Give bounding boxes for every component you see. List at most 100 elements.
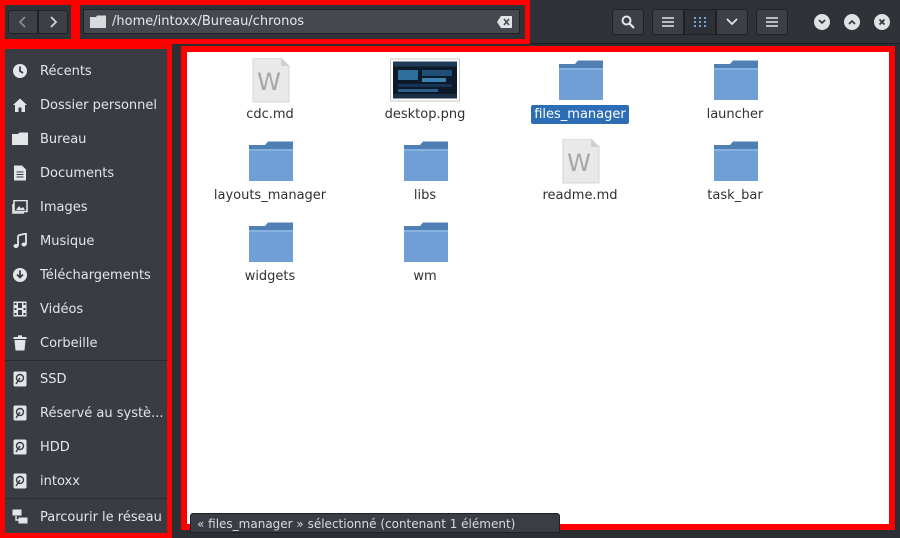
drive-icon: [11, 370, 29, 388]
path-input[interactable]: [112, 14, 492, 29]
trash-icon: [11, 334, 29, 352]
hamburger-menu-icon: [766, 17, 778, 27]
sidebar-separator: [5, 498, 167, 499]
music-icon: [11, 232, 29, 250]
svg-text:W: W: [567, 149, 591, 177]
file-item[interactable]: W cdc.md: [205, 58, 335, 138]
sidebar-item-label: Vidéos: [40, 301, 84, 317]
sidebar-item-images[interactable]: Images: [5, 192, 167, 222]
minimize-button[interactable]: [814, 14, 830, 30]
file-item[interactable]: task_bar: [670, 139, 800, 219]
network-icon: [11, 508, 29, 526]
file-name: layouts_manager: [213, 188, 327, 203]
sidebar-separator: [5, 360, 167, 361]
clear-text-icon[interactable]: [497, 15, 513, 29]
sidebar-item-desktop[interactable]: Bureau: [5, 124, 167, 154]
chevron-left-icon: [18, 16, 26, 28]
sidebar-item-documents[interactable]: Documents: [5, 158, 167, 188]
maximize-button[interactable]: [844, 14, 860, 30]
folder-icon: [90, 15, 106, 29]
sidebar-item-hdd[interactable]: HDD: [5, 432, 167, 462]
file-item-selected[interactable]: files_manager: [515, 58, 645, 138]
sidebar-item-label: Documents: [40, 165, 115, 181]
download-icon: [11, 266, 29, 284]
back-button[interactable]: [8, 10, 38, 34]
sidebar: Récents Dossier personnel Bureau Documen…: [0, 44, 172, 538]
view-options-button[interactable]: [716, 9, 748, 35]
sidebar-item-label: SSD: [40, 371, 67, 387]
folder-icon: [404, 141, 448, 181]
file-name: desktop.png: [384, 107, 466, 122]
search-icon: [621, 15, 635, 29]
text-file-icon: W: [562, 139, 600, 184]
sidebar-item-music[interactable]: Musique: [5, 226, 167, 256]
chevron-right-icon: [50, 16, 58, 28]
file-name: widgets: [244, 269, 296, 284]
folder-icon: [249, 141, 293, 181]
file-item[interactable]: W readme.md: [515, 139, 645, 219]
sidebar-item-label: Récents: [40, 63, 92, 79]
sidebar-item-system-reserved[interactable]: Réservé au systè...: [5, 398, 167, 428]
folder-icon: [714, 60, 758, 100]
folder-icon: [11, 130, 29, 148]
maximize-icon: [848, 19, 856, 25]
sidebar-item-downloads[interactable]: Téléchargements: [5, 260, 167, 290]
home-icon: [11, 96, 29, 114]
sidebar-item-intoxx[interactable]: intoxx: [5, 466, 167, 496]
sidebar-item-label: Bureau: [40, 131, 87, 147]
sidebar-item-label: Parcourir le réseau: [40, 509, 162, 525]
menu-button[interactable]: [756, 9, 788, 35]
drive-icon: [11, 472, 29, 490]
file-name: cdc.md: [246, 107, 294, 122]
sidebar-item-network[interactable]: Parcourir le réseau: [5, 502, 167, 532]
clock-icon: [11, 62, 29, 80]
file-item[interactable]: wm: [360, 220, 490, 300]
file-name: wm: [413, 269, 437, 284]
file-item[interactable]: layouts_manager: [205, 139, 335, 219]
text-file-icon: W: [252, 58, 290, 103]
file-item[interactable]: libs: [360, 139, 490, 219]
close-icon: [878, 18, 886, 26]
film-icon: [11, 300, 29, 318]
sidebar-item-label: Réservé au systè...: [40, 405, 164, 421]
svg-text:W: W: [257, 68, 281, 96]
sidebar-item-label: Téléchargements: [40, 267, 151, 283]
grid-view-button[interactable]: [684, 9, 716, 35]
forward-button[interactable]: [38, 10, 68, 34]
sidebar-item-label: Corbeille: [40, 335, 98, 351]
header-bar: [0, 0, 900, 44]
file-name: launcher: [706, 107, 764, 122]
document-icon: [11, 164, 29, 182]
close-button[interactable]: [874, 14, 890, 30]
file-name: readme.md: [542, 188, 618, 203]
drive-icon: [11, 404, 29, 422]
sidebar-item-label: HDD: [40, 439, 70, 455]
grid-view-icon: [694, 17, 706, 27]
folder-icon: [559, 60, 603, 100]
file-icon-view[interactable]: W cdc.md desktop.png files_manager launc…: [181, 46, 895, 530]
status-bar: « files_manager » sélectionné (contenant…: [190, 513, 560, 533]
sidebar-item-label: intoxx: [40, 473, 80, 489]
file-item[interactable]: widgets: [205, 220, 335, 300]
folder-icon: [404, 222, 448, 262]
list-view-icon: [662, 17, 674, 27]
sidebar-item-trash[interactable]: Corbeille: [5, 328, 167, 358]
sidebar-item-label: Musique: [40, 233, 95, 249]
search-button[interactable]: [612, 9, 644, 35]
sidebar-item-ssd[interactable]: SSD: [5, 364, 167, 394]
file-name: libs: [413, 188, 437, 203]
minimize-icon: [818, 19, 826, 25]
list-view-button[interactable]: [652, 9, 684, 35]
sidebar-item-recents[interactable]: Récents: [5, 56, 167, 86]
sidebar-item-label: Images: [40, 199, 88, 215]
sidebar-item-label: Dossier personnel: [40, 97, 158, 113]
sidebar-item-videos[interactable]: Vidéos: [5, 294, 167, 324]
image-thumbnail: [390, 58, 460, 102]
chevron-down-icon: [726, 18, 738, 26]
sidebar-item-home[interactable]: Dossier personnel: [5, 90, 167, 120]
file-name: task_bar: [707, 188, 763, 203]
image-icon: [11, 198, 29, 216]
file-item[interactable]: desktop.png: [360, 58, 490, 138]
path-entry[interactable]: [83, 9, 520, 34]
file-item[interactable]: launcher: [670, 58, 800, 138]
